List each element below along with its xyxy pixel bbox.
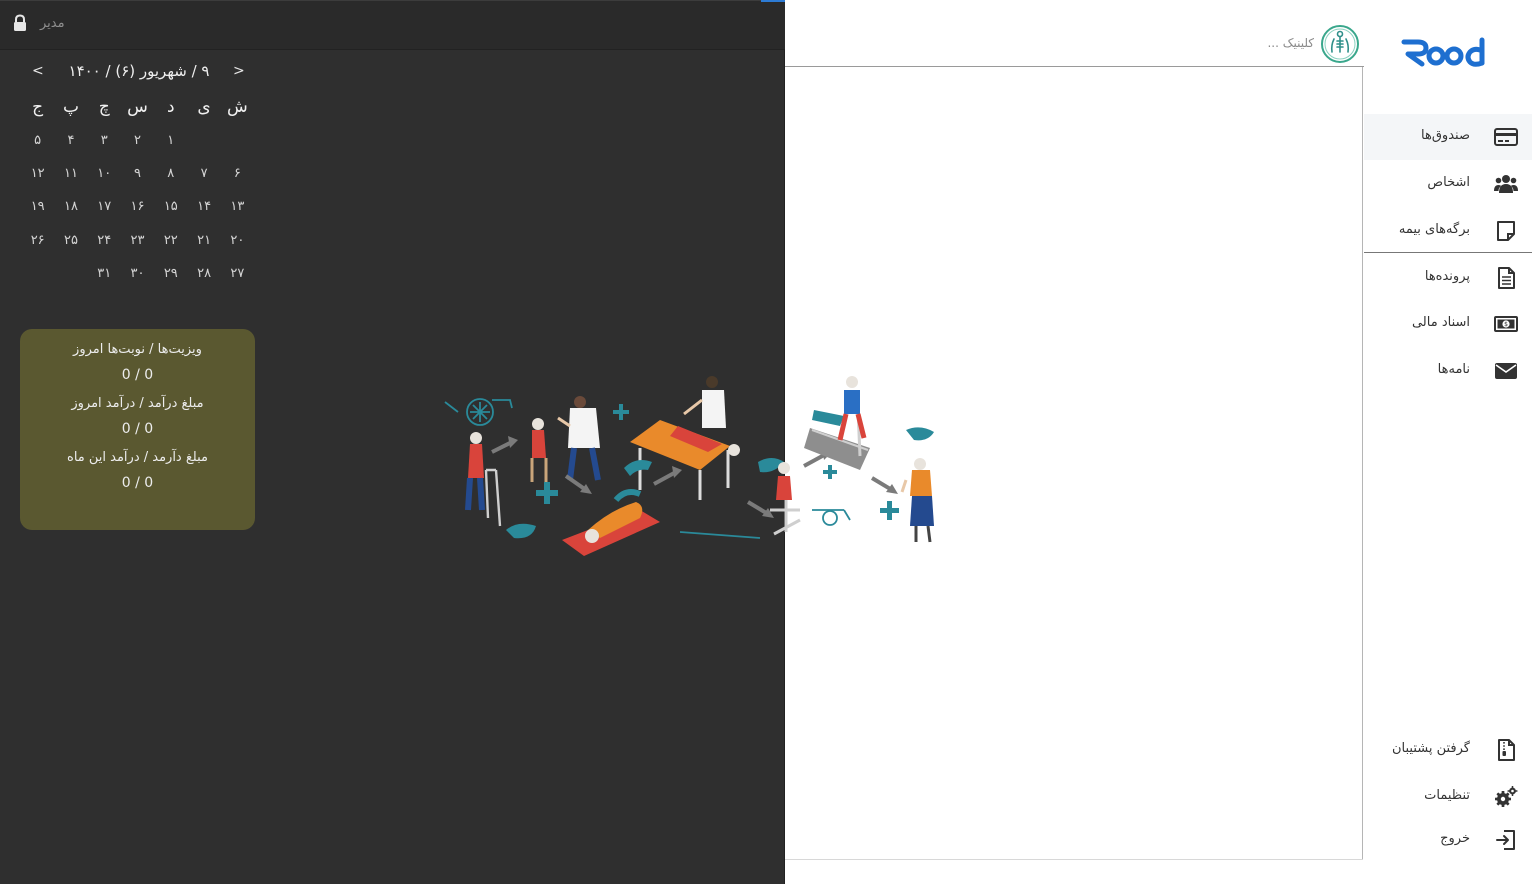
current-user-name: مدیر (40, 16, 65, 31)
root-logo[interactable] (1398, 30, 1494, 70)
calendar-day[interactable]: ۱۰ (88, 166, 121, 181)
sidebar-item-financial-docs[interactable]: $ اسناد مالی (1364, 301, 1532, 347)
calendar-day[interactable]: ۱۶ (121, 199, 154, 214)
calendar-weekday: پ (62, 96, 79, 117)
calendar-weekday: ی (197, 96, 211, 117)
calendar-weekday: چ (98, 96, 110, 117)
calendar-day[interactable]: ۷ (187, 166, 220, 181)
credit-card-icon (1494, 128, 1518, 146)
calendar-day[interactable]: ۲۴ (88, 233, 121, 248)
calendar-day[interactable]: ۵ (21, 133, 54, 148)
calendar-day[interactable]: ۶ (221, 166, 254, 181)
sidebar-item-funds[interactable]: صندوق‌ها (1364, 114, 1532, 160)
calendar-weekday: ج (32, 96, 44, 117)
sidebar-item-logout[interactable]: خروج (1364, 817, 1532, 863)
calendar-day[interactable]: ۲۱ (187, 233, 220, 248)
calendar-next-button[interactable]: > (233, 63, 245, 79)
users-icon (1494, 175, 1518, 193)
sidebar-item-letters[interactable]: نامه‌ها (1364, 348, 1532, 394)
svg-text:$: $ (1504, 321, 1508, 328)
calendar-day[interactable]: ۳ (88, 133, 121, 148)
sidebar-item-label: نامه‌ها (1437, 362, 1470, 377)
physiotherapy-illustration (444, 376, 934, 556)
calendar-title: ۹ / شهریور (۶) / ۱۴۰۰ (68, 62, 210, 80)
calendar-grid: ش ی د س چ پ ج ۱ ۲ ۳ ۴ ۵ ۶ ۷ ۸ ۹ ۱۰ ۱۱ ۱۲… (21, 90, 254, 290)
panel-accent-line (761, 0, 785, 2)
sidebar-item-label: پرونده‌ها (1424, 269, 1470, 284)
calendar-day[interactable]: ۸ (154, 166, 187, 181)
calendar-day[interactable]: ۲۵ (54, 233, 87, 248)
panel-top-edge (0, 0, 785, 1)
lock-icon[interactable] (12, 14, 28, 32)
calendar-day[interactable]: ۱۹ (21, 199, 54, 214)
sidebar-item-settings[interactable]: تنظیمات (1364, 774, 1532, 820)
clinic-logo (1321, 25, 1359, 63)
header-bar (785, 0, 1364, 67)
stat-value-visits: 0 / 0 (121, 367, 154, 383)
money-bill-icon: $ (1494, 316, 1518, 332)
calendar-weekday: د (167, 96, 175, 117)
calendar-day[interactable]: ۱۳ (221, 199, 254, 214)
calendar-day[interactable]: ۴ (54, 133, 87, 148)
calendar-prev-button[interactable]: < (32, 63, 44, 79)
sidebar-item-label: صندوق‌ها (1421, 128, 1470, 143)
calendar-day[interactable]: ۲۰ (221, 233, 254, 248)
calendar-week-row: ۱ ۲ ۳ ۴ ۵ (21, 123, 254, 156)
calendar-day[interactable]: ۱۷ (88, 199, 121, 214)
sidebar-item-records[interactable]: پرونده‌ها (1364, 255, 1532, 301)
panel-header (0, 0, 785, 50)
calendar-weekday-row: ش ی د س چ پ ج (21, 90, 254, 123)
stat-label-income-month: مبلغ دآرمد / درآمد این ماه (67, 450, 208, 465)
calendar-day[interactable]: ۱ (154, 133, 187, 148)
content-divider (1362, 67, 1363, 860)
file-archive-icon (1498, 739, 1515, 761)
calendar-day[interactable]: ۳۱ (88, 266, 121, 281)
calendar-day[interactable]: ۲۸ (187, 266, 220, 281)
stat-value-income-today: 0 / 0 (121, 421, 154, 437)
sidebar-item-backup[interactable]: گرفتن پشتیبان (1364, 727, 1532, 773)
today-stats-card: ویزیت‌ها / نوبت‌ها امروز 0 / 0 مبلغ درآم… (20, 329, 255, 530)
sidebar-item-persons[interactable]: اشخاص (1364, 161, 1532, 207)
calendar-week-row: ۲۰ ۲۱ ۲۲ ۲۳ ۲۴ ۲۵ ۲۶ (21, 224, 254, 257)
calendar-weekday: ش (226, 96, 248, 117)
sign-out-icon (1496, 830, 1515, 850)
calendar-day[interactable]: ۱۵ (154, 199, 187, 214)
calendar-weekday: س (127, 96, 148, 117)
sidebar-item-insurance-sheets[interactable]: برگه‌های بیمه (1364, 208, 1532, 254)
sidebar-item-label: برگه‌های بیمه (1398, 222, 1470, 237)
sidebar-item-label: خروج (1440, 831, 1470, 846)
calendar-day[interactable]: ۱۱ (54, 166, 87, 181)
calendar-week-row: ۱۳ ۱۴ ۱۵ ۱۶ ۱۷ ۱۸ ۱۹ (21, 190, 254, 223)
file-text-icon (1498, 267, 1515, 289)
calendar-day[interactable]: ۲۶ (21, 233, 54, 248)
calendar-day[interactable]: ۹ (121, 166, 154, 181)
stat-label-income-today: مبلغ درآمد / درآمد امروز (71, 396, 204, 411)
calendar-day[interactable]: ۳۰ (121, 266, 154, 281)
sidebar-divider (1364, 252, 1532, 253)
calendar-week-row: ۲۷ ۲۸ ۲۹ ۳۰ ۳۱ (21, 257, 254, 290)
calendar-day[interactable]: ۲۹ (154, 266, 187, 281)
sidebar-item-label: اشخاص (1427, 175, 1470, 190)
calendar-day[interactable]: ۲۳ (121, 233, 154, 248)
calendar-day[interactable]: ۱۸ (54, 199, 87, 214)
calendar-day[interactable]: ۱۴ (187, 199, 220, 214)
content-bottom-border (785, 859, 1363, 860)
gears-icon (1495, 786, 1518, 807)
calendar-day[interactable]: ۱۲ (21, 166, 54, 181)
sidebar-item-label: تنظیمات (1424, 788, 1470, 803)
calendar-week-row: ۶ ۷ ۸ ۹ ۱۰ ۱۱ ۱۲ (21, 157, 254, 190)
sticky-note-icon (1497, 221, 1515, 241)
sidebar-item-label: اسناد مالی (1411, 315, 1470, 330)
envelope-icon (1495, 363, 1517, 379)
calendar-day[interactable]: ۲ (121, 133, 154, 148)
app-window: کلینیک ... صندوق‌ها اشخاص برگه‌های بیمه (0, 0, 1532, 884)
calendar-day[interactable]: ۲۲ (154, 233, 187, 248)
stat-value-income-month: 0 / 0 (121, 475, 154, 491)
clinic-name: کلینیک ... (1267, 36, 1314, 50)
stat-label-visits: ویزیت‌ها / نوبت‌ها امروز (73, 342, 202, 357)
calendar-day[interactable]: ۲۷ (221, 266, 254, 281)
sidebar-item-label: گرفتن پشتیبان (1391, 741, 1470, 756)
